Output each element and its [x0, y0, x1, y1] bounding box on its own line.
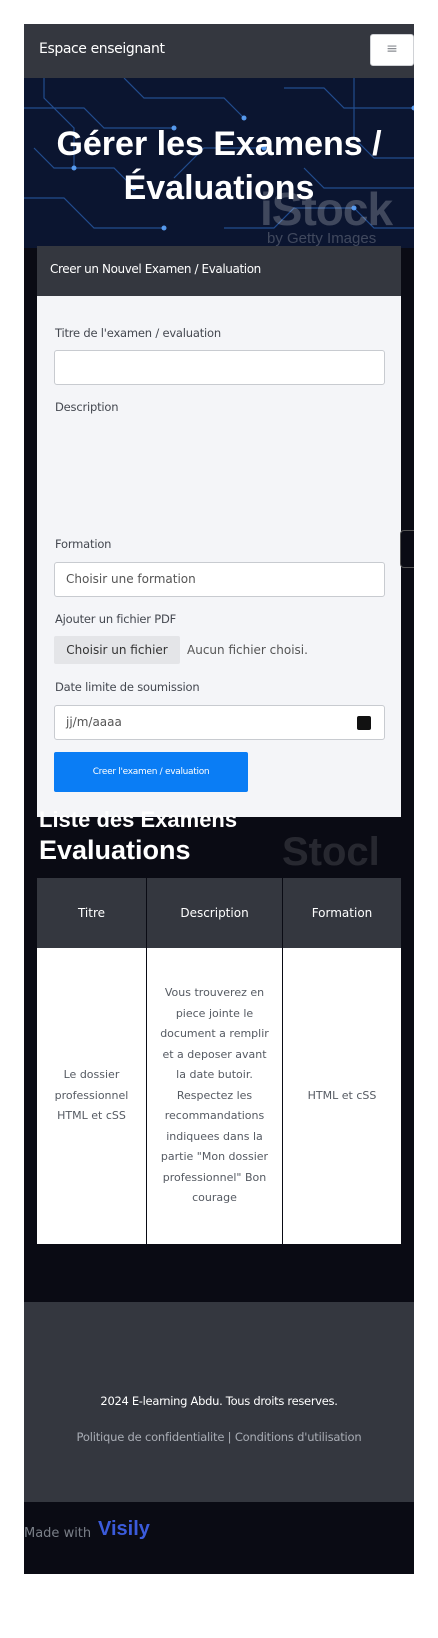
list-heading-line1: Liste des Examens: [39, 807, 238, 832]
create-exam-button[interactable]: Creer l'examen / evaluation: [54, 752, 248, 792]
title-label: Titre de l'examen / evaluation: [55, 326, 221, 340]
create-exam-form: Titre de l'examen / evaluation Descripti…: [37, 296, 401, 817]
column-header-description: Description: [147, 878, 282, 948]
file-status: Aucun fichier choisi.: [187, 643, 308, 657]
pdf-label: Ajouter un fichier PDF: [55, 612, 177, 626]
formation-label: Formation: [55, 537, 112, 551]
deadline-date-input[interactable]: jj/m/aaaa: [54, 705, 385, 740]
table-cell-titre: Le dossier professionnel HTML et cSS: [37, 948, 146, 1244]
navbar: Espace enseignant ≡: [24, 24, 414, 78]
choose-file-button[interactable]: Choisir un fichier: [54, 636, 180, 664]
deadline-label: Date limite de soumission: [55, 680, 200, 694]
column-header-titre: Titre: [37, 878, 146, 948]
create-exam-card-header: Creer un Nouvel Examen / Evaluation: [37, 246, 401, 296]
app-frame: Espace enseignant ≡ Gérer les Examens / …: [24, 24, 414, 1574]
hero-banner: Gérer les Examens / Évaluations iStock b…: [24, 78, 414, 248]
table-cell-description: Vous trouverez en piece jointe le docume…: [147, 948, 282, 1244]
card-title: Creer un Nouvel Examen / Evaluation: [50, 262, 261, 276]
description-editor[interactable]: [54, 420, 385, 530]
formation-placeholder: Choisir une formation: [66, 572, 196, 586]
footer-links[interactable]: Politique de confidentialite | Condition…: [24, 1430, 414, 1444]
description-label: Description: [55, 400, 119, 414]
column-header-formation: Formation: [283, 878, 401, 948]
calendar-icon[interactable]: [357, 716, 371, 730]
exam-formation: HTML et cSS: [307, 1088, 377, 1102]
brand-title[interactable]: Espace enseignant: [39, 41, 165, 57]
menu-toggle-button[interactable]: ≡: [370, 34, 414, 66]
title-input[interactable]: [54, 350, 385, 385]
deadline-placeholder: jj/m/aaaa: [66, 715, 122, 729]
table-cell-formation: HTML et cSS: [283, 948, 401, 1244]
list-heading-line2: Evaluations: [39, 835, 191, 865]
footer: 2024 E-learning Abdu. Tous droits reserv…: [24, 1302, 414, 1502]
made-with-text: Made with: [24, 1526, 92, 1541]
list-watermark: Stocl: [282, 830, 380, 874]
formation-select[interactable]: Choisir une formation: [54, 562, 385, 597]
visily-logo[interactable]: Visily: [98, 1518, 150, 1541]
copyright-text: 2024 E-learning Abdu. Tous droits reserv…: [100, 1394, 338, 1408]
exam-title: Le dossier professionnel HTML et cSS: [54, 1068, 129, 1123]
watermark-subtext: by Getty Images: [267, 230, 377, 247]
side-drawer-handle[interactable]: [400, 530, 414, 568]
watermark-logo: iStock: [260, 183, 393, 235]
exams-table: Titre Description Formation Le dossier p…: [37, 878, 401, 1244]
exam-description: Vous trouverez en piece jointe le docume…: [160, 986, 269, 1205]
hamburger-icon: ≡: [386, 41, 398, 57]
